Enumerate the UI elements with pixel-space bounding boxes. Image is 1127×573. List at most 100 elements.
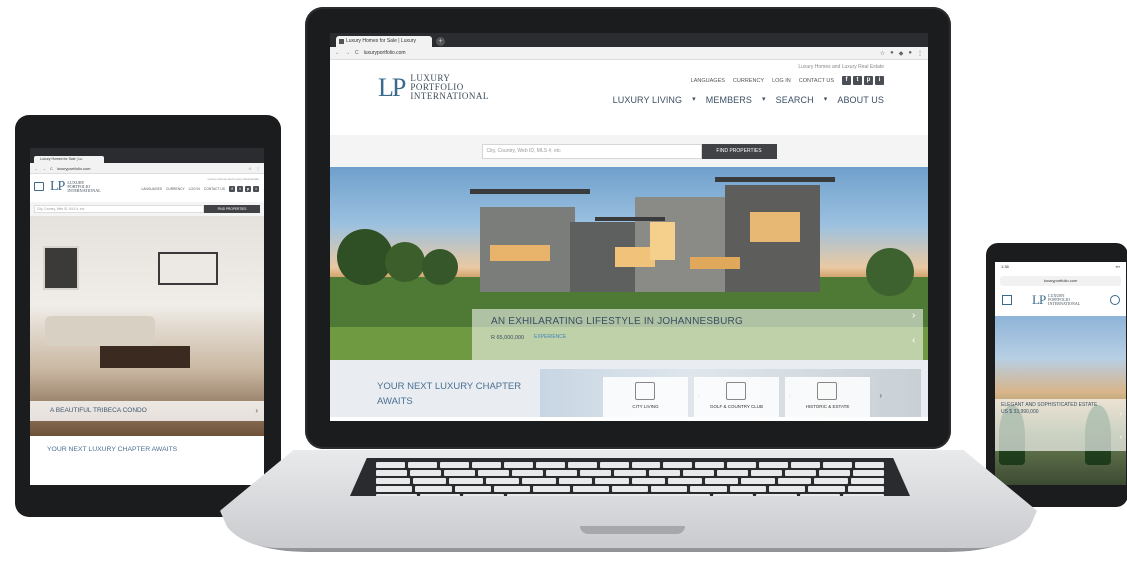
twitter-icon[interactable]: t [237,186,243,192]
laptop-search-bar: City, Country, Web ID, MLS #, etc FIND P… [330,135,928,167]
reload-icon[interactable]: C [355,50,359,56]
tablet-url-bar[interactable]: ← → C luxuryportfolio.com ☆ ⋮ [30,163,264,174]
instagram-icon[interactable]: i [253,186,259,192]
laptop-hero-image[interactable]: AN EXHILARATING LIFESTYLE IN JOHANNESBUR… [330,167,928,360]
laptop-notch [580,526,685,534]
logo-line-3: INTERNATIONAL [410,91,489,101]
category-label: HISTORIC & ESTATE [805,404,850,409]
logo-wordmark: LUXURY PORTFOLIO INTERNATIONAL [1048,293,1080,306]
nav-contact[interactable]: CONTACT US [799,78,834,84]
hamburger-menu-icon[interactable] [34,182,44,191]
laptop-site-header: LP LUXURY PORTFOLIO INTERNATIONAL Luxury… [330,60,928,135]
pinterest-icon[interactable]: p [245,186,251,192]
nav-languages[interactable]: LANGUAGES [691,78,725,84]
category-city-living[interactable]: CITY LIVING › [603,377,700,417]
logo-mark: LP [378,72,406,102]
tablet-site-header: LP LUXURY PORTFOLIO INTERNATIONAL Luxury… [30,174,264,202]
forward-icon[interactable]: → [345,50,350,56]
shield-icon[interactable]: ◆ [899,50,904,57]
status-time: 1:38 [1001,264,1009,269]
artwork [43,246,79,290]
experience-link[interactable]: EXPERIENCE [534,334,566,340]
profile-icon[interactable]: ● [908,50,912,57]
hamburger-menu-icon[interactable] [1002,295,1012,305]
star-icon[interactable]: ☆ [248,166,252,171]
laptop-utility-nav: LANGUAGES CURRENCY LOG IN CONTACT US f t… [691,76,884,85]
phone-hero-image[interactable]: ELEGANT AND SOPHISTICATED ESTATE US $ 33… [995,316,1126,485]
nav-currency[interactable]: CURRENCY [733,78,764,84]
nav-members[interactable]: MEMBERS [706,95,752,105]
forward-icon[interactable]: → [42,166,46,171]
logo-wordmark: LUXURY PORTFOLIO INTERNATIONAL [410,74,489,101]
nav-languages[interactable]: LANGUAGES [141,187,162,191]
find-properties-button[interactable]: FIND PROPERTIES [701,143,777,159]
laptop-tagline: Luxury Homes and Luxury Real Estate [798,64,884,70]
tablet-tab-bar: Luxury Homes for Sale | Lu [30,154,264,163]
facebook-icon[interactable]: f [842,76,851,85]
phone-hero-title: ELEGANT AND SOPHISTICATED ESTATE [1001,402,1098,408]
tablet-hero-image[interactable]: A BEAUTIFUL TRIBECA CONDO › [30,216,264,436]
hero-price: R 65,000,000 [491,335,525,341]
nav-contact[interactable]: CONTACT US [204,187,225,191]
phone-logo[interactable]: LP LUXURY PORTFOLIO INTERNATIONAL [1032,293,1080,306]
laptop-url-text[interactable]: luxuryportfolio.com [364,50,875,56]
phone-hero-price: US $ 33,990,000 [1001,409,1039,415]
extension-icon[interactable]: ● [890,50,894,57]
nav-search[interactable]: SEARCH [776,95,814,105]
reload-icon[interactable]: C [50,166,53,171]
phone-url-bar[interactable]: luxuryportfolio.com [1000,276,1121,286]
chevron-left-icon[interactable]: ‹ [912,335,915,346]
laptop-section: YOUR NEXT LUXURY CHAPTER AWAITS CITY LIV… [330,360,928,417]
laptop-url-bar[interactable]: ← → C luxuryportfolio.com ☆ ● ◆ ● ⋮ [330,47,928,60]
tablet-browser-tab[interactable]: Luxury Homes for Sale | Lu [34,156,104,163]
search-input[interactable]: City, Country, Web ID, MLS #, etc [481,143,702,159]
laptop-logo[interactable]: LP LUXURY PORTFOLIO INTERNATIONAL [378,74,489,101]
laptop-browser-tab[interactable]: Luxury Homes for Sale | Luxury [336,36,432,47]
tablet-section-title: YOUR NEXT LUXURY CHAPTER AWAITS [30,436,264,466]
section-title: YOUR NEXT LUXURY CHAPTER AWAITS [377,381,522,407]
hero-title[interactable]: AN EXHILARATING LIFESTYLE IN JOHANNESBUR… [491,316,743,327]
category-golf[interactable]: GOLF & COUNTRY CLUB › [694,377,791,417]
signal-icon: ▪▪▪ [1115,264,1120,269]
chevron-left-icon[interactable]: ‹ [1120,434,1122,441]
category-historic[interactable]: HISTORIC & ESTATE › [785,377,882,417]
star-icon[interactable]: ☆ [880,50,885,57]
nav-login[interactable]: LOG IN [772,78,791,84]
logo-mark: LP [1032,292,1046,307]
chevron-right-icon[interactable]: › [255,401,258,421]
back-icon[interactable]: ← [335,50,340,56]
tablet-logo[interactable]: LP LUXURY PORTFOLIO INTERNATIONAL [50,180,101,194]
hero-caption[interactable]: A BEAUTIFUL TRIBECA CONDO [30,401,264,421]
nav-luxury-living[interactable]: LUXURY LIVING [613,95,683,105]
logo-line-3: INTERNATIONAL [67,188,101,194]
location-pin-icon[interactable] [1110,295,1120,305]
chevron-down-icon: ▾ [692,96,696,103]
laptop-main-nav: LUXURY LIVING ▾ MEMBERS ▾ SEARCH ▾ ABOUT… [613,95,884,105]
tablet-utility-nav: LANGUAGES CURRENCY LOG IN CONTACT US f t… [141,186,259,192]
menu-dots-icon[interactable]: ⋮ [917,50,923,57]
phone-hero-card[interactable]: ELEGANT AND SOPHISTICATED ESTATE US $ 33… [995,399,1126,451]
instagram-icon[interactable]: i [875,76,884,85]
social-icons: f t p i [229,186,259,192]
nav-currency[interactable]: CURRENCY [166,187,185,191]
search-input[interactable]: City, Country, Web ID, MLS #, etc [34,205,204,213]
tablet-url-text[interactable]: luxuryportfolio.com [57,166,245,171]
chevron-right-icon[interactable]: › [912,310,915,321]
column-icon [817,382,837,400]
nav-login[interactable]: LOG IN [189,187,200,191]
category-label: CITY LIVING [632,404,659,409]
facebook-icon[interactable]: f [229,186,235,192]
new-tab-icon[interactable]: + [436,37,445,46]
chevron-right-icon[interactable]: › [1120,411,1122,418]
menu-dots-icon[interactable]: ⋮ [256,166,260,171]
tablet-tagline: Luxury Homes and Luxury Real Estate [207,177,259,181]
browser-extension-icons: ☆ ● ◆ ● ⋮ [880,50,923,57]
find-properties-button[interactable]: FIND PROPERTIES [204,205,260,213]
back-icon[interactable]: ← [34,166,38,171]
twitter-icon[interactable]: t [853,76,862,85]
tablet-screen: Luxury Homes for Sale | Lu ← → C luxuryp… [30,148,264,485]
logo-wordmark: LUXURY PORTFOLIO INTERNATIONAL [67,180,101,194]
nav-about-us[interactable]: ABOUT US [837,95,884,105]
social-icons: f t p i [842,76,884,85]
pinterest-icon[interactable]: p [864,76,873,85]
